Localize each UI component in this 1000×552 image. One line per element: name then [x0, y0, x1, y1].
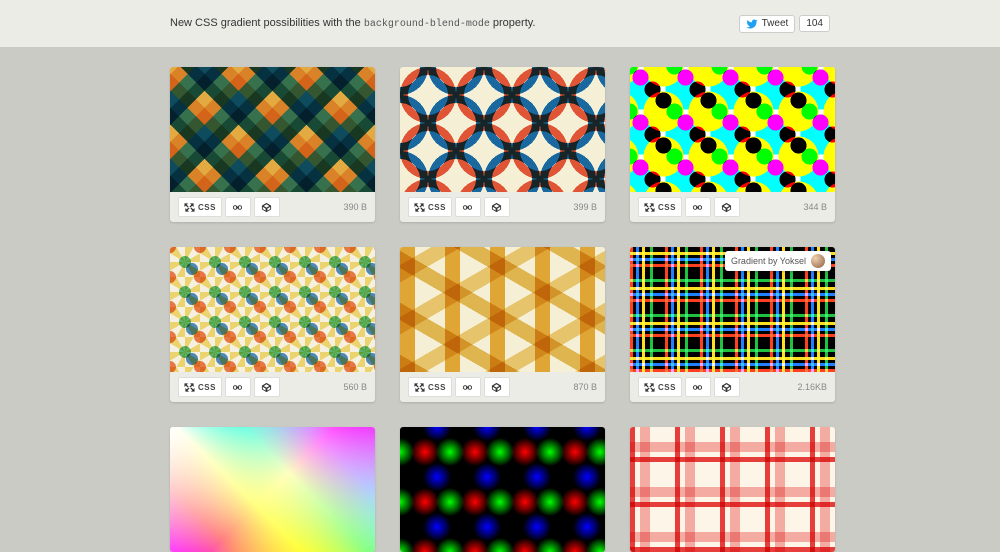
pattern-card: CSS: [400, 427, 605, 552]
pattern-card: CSS: [630, 427, 835, 552]
tweet-count[interactable]: 104: [799, 15, 830, 32]
card-footer: CSS 399 B: [400, 192, 605, 222]
css-label: CSS: [198, 383, 216, 392]
twitter-icon: [746, 18, 758, 30]
view-button[interactable]: [685, 197, 711, 217]
view-button[interactable]: [455, 377, 481, 397]
expand-icon: [644, 202, 655, 213]
file-size: 560 B: [343, 382, 367, 392]
css-label: CSS: [428, 383, 446, 392]
card-footer: CSS 344 B: [630, 192, 835, 222]
codepen-icon: [721, 382, 732, 393]
card-footer: CSS 390 B: [170, 192, 375, 222]
card-buttons: CSS: [178, 377, 280, 397]
codepen-button[interactable]: [254, 197, 280, 217]
glasses-icon: [692, 382, 703, 393]
css-label: CSS: [658, 203, 676, 212]
card-buttons: CSS: [638, 197, 740, 217]
pattern-preview[interactable]: [400, 67, 605, 192]
tweet-button[interactable]: Tweet: [739, 15, 796, 33]
pattern-preview[interactable]: [170, 67, 375, 192]
view-button[interactable]: [685, 377, 711, 397]
pattern-card: CSS: [170, 427, 375, 552]
css-button[interactable]: CSS: [178, 377, 222, 397]
attribution-badge[interactable]: Gradient by Yoksel: [725, 251, 831, 271]
codepen-icon: [491, 382, 502, 393]
css-button[interactable]: CSS: [638, 377, 682, 397]
glasses-icon: [462, 382, 473, 393]
css-button[interactable]: CSS: [638, 197, 682, 217]
pattern-grid: CSS 390 B CSS: [0, 47, 1000, 552]
view-button[interactable]: [225, 197, 251, 217]
glasses-icon: [232, 202, 243, 213]
codepen-button[interactable]: [484, 197, 510, 217]
card-buttons: CSS: [408, 197, 510, 217]
codepen-icon: [721, 202, 732, 213]
codepen-button[interactable]: [714, 377, 740, 397]
css-label: CSS: [198, 203, 216, 212]
card-buttons: CSS: [178, 197, 280, 217]
pattern-preview[interactable]: [400, 427, 605, 552]
tweet-label: Tweet: [762, 18, 789, 29]
pattern-card: CSS 870 B: [400, 247, 605, 402]
expand-icon: [644, 382, 655, 393]
pattern-preview[interactable]: [400, 247, 605, 372]
view-button[interactable]: [455, 197, 481, 217]
tweet-widget: Tweet 104: [739, 15, 830, 33]
card-footer: CSS 2.16KB: [630, 372, 835, 402]
pattern-card: CSS 2.16KB Gradient by Yoksel: [630, 247, 835, 402]
pattern-preview[interactable]: [630, 427, 835, 552]
codepen-icon: [261, 382, 272, 393]
file-size: 2.16KB: [797, 382, 827, 392]
file-size: 390 B: [343, 202, 367, 212]
codepen-button[interactable]: [714, 197, 740, 217]
css-label: CSS: [428, 203, 446, 212]
view-button[interactable]: [225, 377, 251, 397]
pattern-preview[interactable]: [170, 427, 375, 552]
glasses-icon: [462, 202, 473, 213]
page-header: New CSS gradient possibilities with the …: [0, 0, 1000, 47]
card-footer: CSS 560 B: [170, 372, 375, 402]
css-button[interactable]: CSS: [408, 197, 452, 217]
pattern-card: CSS 344 B: [630, 67, 835, 222]
glasses-icon: [692, 202, 703, 213]
file-size: 399 B: [573, 202, 597, 212]
expand-icon: [184, 202, 195, 213]
codepen-icon: [491, 202, 502, 213]
glasses-icon: [232, 382, 243, 393]
header-text-after: property.: [490, 17, 536, 29]
avatar: [811, 254, 825, 268]
css-button[interactable]: CSS: [178, 197, 222, 217]
pattern-card: CSS 399 B: [400, 67, 605, 222]
pattern-card: CSS 390 B: [170, 67, 375, 222]
file-size: 870 B: [573, 382, 597, 392]
codepen-icon: [261, 202, 272, 213]
expand-icon: [414, 382, 425, 393]
header-description: New CSS gradient possibilities with the …: [170, 17, 536, 30]
pattern-card: CSS 560 B: [170, 247, 375, 402]
expand-icon: [184, 382, 195, 393]
card-buttons: CSS: [408, 377, 510, 397]
header-code: background-blend-mode: [364, 19, 490, 30]
pattern-preview[interactable]: [630, 67, 835, 192]
css-button[interactable]: CSS: [408, 377, 452, 397]
css-label: CSS: [658, 383, 676, 392]
codepen-button[interactable]: [254, 377, 280, 397]
pattern-preview[interactable]: [170, 247, 375, 372]
header-text-before: New CSS gradient possibilities with the: [170, 17, 364, 29]
card-buttons: CSS: [638, 377, 740, 397]
card-footer: CSS 870 B: [400, 372, 605, 402]
attribution-text: Gradient by Yoksel: [731, 256, 806, 266]
codepen-button[interactable]: [484, 377, 510, 397]
file-size: 344 B: [803, 202, 827, 212]
expand-icon: [414, 202, 425, 213]
